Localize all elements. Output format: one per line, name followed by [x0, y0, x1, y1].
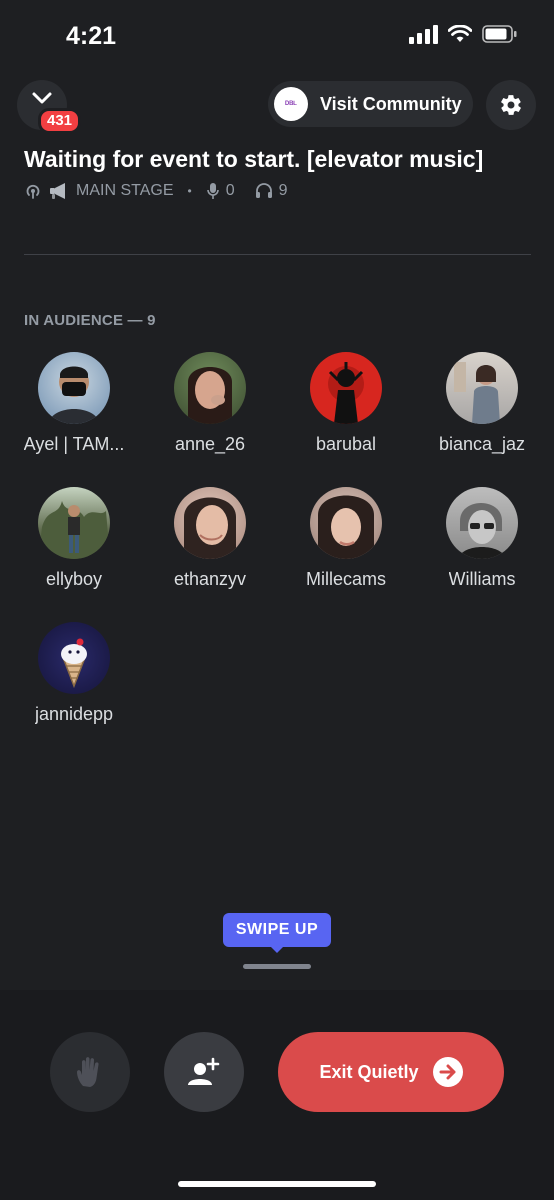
audience-member[interactable]: ellyboy [6, 487, 142, 590]
audience-member[interactable]: jannidepp [6, 622, 142, 725]
avatar [38, 622, 110, 694]
stage-channel-name: MAIN STAGE [76, 182, 174, 199]
avatar [38, 352, 110, 424]
meta-separator: • [187, 184, 192, 198]
headphones-icon [255, 183, 272, 198]
member-name: bianca_jaz [438, 434, 526, 454]
listener-count: 9 [278, 182, 288, 199]
swipe-up-tag-pointer [270, 946, 284, 953]
microphone-icon [206, 183, 219, 199]
notification-badge: 431 [38, 108, 82, 134]
stage-channel-icon [26, 184, 40, 199]
drawer-handle[interactable] [243, 964, 311, 969]
megaphone-icon [50, 183, 65, 199]
audience-member[interactable]: anne_26 [142, 352, 278, 455]
audience-member[interactable]: bianca_jaz [414, 352, 550, 455]
visit-community-label: Visit Community [320, 93, 462, 114]
member-name: anne_26 [174, 434, 246, 454]
visit-community-button[interactable]: ᴰᴮᴸ Visit Community [268, 81, 473, 127]
member-name: Millecams [305, 569, 386, 589]
exit-quietly-button[interactable]: Exit Quietly [278, 1032, 504, 1112]
top-bar: 431 ᴰᴮᴸ Visit Community [0, 80, 554, 134]
audience-member[interactable]: Williams [414, 487, 550, 590]
member-name: Williams [448, 569, 516, 589]
add-user-icon [188, 1057, 220, 1085]
status-bar: 4:21 [0, 0, 554, 70]
avatar [446, 352, 518, 424]
audience-section-label: IN AUDIENCE — 9 [24, 312, 156, 329]
avatar [310, 352, 382, 424]
audience-member[interactable]: barubal [278, 352, 414, 455]
avatar [174, 487, 246, 559]
community-logo: ᴰᴮᴸ [274, 87, 308, 121]
member-name: ethanzyv [173, 569, 247, 589]
audience-member[interactable]: ethanzyv [142, 487, 278, 590]
member-name: jannidepp [34, 704, 114, 724]
wifi-icon [448, 25, 472, 42]
exit-quietly-label: Exit Quietly [319, 1061, 419, 1082]
stage-meta: MAIN STAGE • 0 9 [24, 182, 288, 200]
stage-title: Waiting for event to start. [elevator mu… [24, 146, 484, 172]
member-name: barubal [315, 434, 377, 454]
raise-hand-icon [77, 1057, 99, 1087]
audience-member[interactable]: Millecams [278, 487, 414, 590]
avatar [38, 487, 110, 559]
settings-button[interactable] [486, 80, 536, 130]
raise-hand-button[interactable] [50, 1032, 130, 1112]
audience-member[interactable]: Ayel | TAM... [6, 352, 142, 455]
audience-grid: Ayel | TAM... anne_26 barubal bianca_jaz… [6, 352, 550, 725]
avatar [310, 487, 382, 559]
home-indicator[interactable] [178, 1181, 376, 1187]
chevron-down-icon [32, 92, 52, 104]
status-time: 4:21 [66, 22, 117, 50]
invite-button[interactable] [164, 1032, 244, 1112]
battery-icon [482, 25, 517, 43]
divider [24, 254, 531, 255]
avatar [174, 352, 246, 424]
speaker-count: 0 [225, 182, 235, 199]
member-name: ellyboy [45, 569, 103, 589]
status-icons [409, 24, 518, 44]
member-name: Ayel | TAM... [23, 434, 125, 454]
swipe-up-tag: SWIPE UP [223, 913, 331, 947]
avatar [446, 487, 518, 559]
gear-icon [501, 95, 521, 115]
cellular-signal-icon [409, 24, 438, 44]
arrow-right-icon [432, 1057, 463, 1087]
